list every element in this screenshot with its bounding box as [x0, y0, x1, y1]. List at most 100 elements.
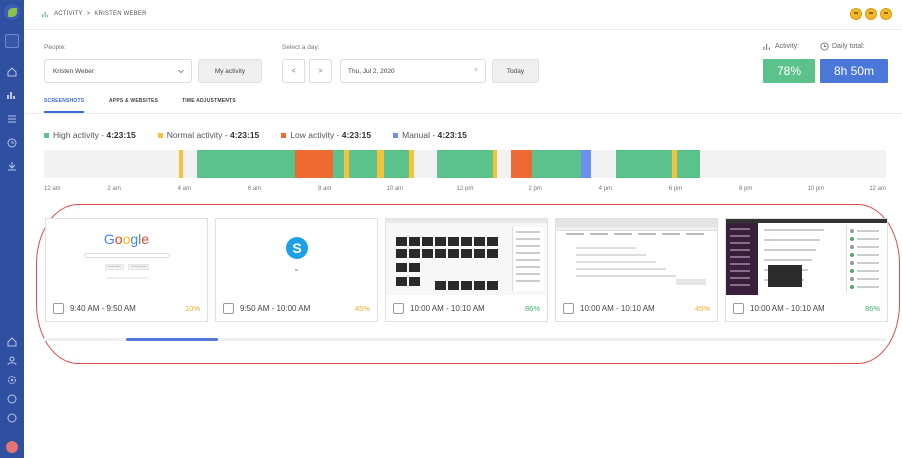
select-checkbox[interactable]	[223, 303, 234, 314]
legend-swatch	[157, 132, 163, 138]
axis-tick-label: 6 am	[247, 186, 262, 192]
info-icon[interactable]	[6, 412, 18, 424]
timeline-segment-normal[interactable]	[377, 150, 385, 178]
screenshot-card[interactable]: 10:00 AM - 10:10 AM 86%	[385, 218, 548, 322]
screenshot-time: 9:40 AM - 9:50 AM	[70, 304, 136, 313]
screenshot-activity-percent: 86%	[524, 304, 540, 313]
next-day-button[interactable]: >	[309, 59, 332, 83]
screenshot-thumbnail[interactable]	[726, 219, 887, 295]
timeline-axis: 12 am 2 am 4 am 6 am 8 am 10 am 12 pm 2 pm 4 pm 6…	[44, 186, 886, 196]
screenshot-card[interactable]: S 9:50 AM - 10:00 AM 45%	[215, 218, 378, 322]
activity-icon[interactable]	[6, 89, 18, 101]
timeline-segment-high[interactable]	[384, 150, 409, 178]
axis-tick-label: 4 am	[177, 186, 191, 192]
breadcrumb-separator: >	[86, 11, 91, 17]
legend-item: Normal activity - 4:23:15	[157, 130, 260, 140]
legend-value: 4:23:15	[341, 130, 372, 140]
skype-icon: S	[286, 237, 308, 259]
tab-time-adjustments[interactable]: TIME ADJUSTMENTS	[182, 98, 236, 104]
screenshot-footer: 10:00 AM - 10:10 AM 86%	[726, 299, 887, 319]
axis-tick-label: 10 pm	[807, 186, 825, 192]
screenshot-footer: 9:50 AM - 10:00 AM 45%	[216, 299, 377, 319]
axis-tick-label: 12 am	[44, 186, 61, 192]
settings-icon[interactable]	[6, 374, 18, 386]
clock-icon	[820, 42, 829, 51]
screenshot-card[interactable]: 10:00 AM - 10:10 AM 86%	[725, 218, 888, 322]
activity-timeline[interactable]	[44, 150, 886, 178]
timeline-segment-high[interactable]	[196, 150, 295, 178]
breadcrumb: ACTIVITY > KRISTEN WEBER	[42, 10, 147, 18]
sidebar	[0, 0, 24, 458]
breadcrumb-section[interactable]: ACTIVITY	[54, 11, 83, 17]
list-icon[interactable]	[6, 113, 18, 125]
timeline-segment-high[interactable]	[349, 150, 378, 178]
today-button[interactable]: Today	[492, 59, 539, 83]
screenshot-time: 10:00 AM - 10:10 AM	[580, 304, 655, 313]
legend-value: 4:23:15	[229, 130, 260, 140]
select-checkbox[interactable]	[393, 303, 404, 314]
timeline-segment-high[interactable]	[333, 150, 344, 178]
screenshot-activity-percent: 45%	[354, 304, 370, 313]
scroll-thumb[interactable]	[126, 338, 218, 341]
date-input[interactable]: Thu, Jul 2, 2020 ×	[340, 59, 486, 83]
activity-label-text: Activity:	[775, 43, 800, 50]
legend-label: Normal activity - 4:23:15	[166, 130, 260, 140]
timeline-segment-high[interactable]	[615, 150, 672, 178]
screenshot-footer: 10:00 AM - 10:10 AM 86%	[386, 299, 547, 319]
daily-total-label-text: Daily total:	[832, 43, 865, 50]
clock-icon[interactable]	[6, 137, 18, 149]
timeline-segment-normal[interactable]	[408, 150, 415, 178]
timeline-segment-low[interactable]	[294, 150, 334, 178]
legend-label: Manual - 4:23:15	[402, 130, 467, 140]
screenshot-thumbnail[interactable]	[556, 219, 717, 295]
app-logo[interactable]	[4, 4, 20, 20]
screenshot-time: 10:00 AM - 10:10 AM	[750, 304, 825, 313]
my-activity-button[interactable]: My activity	[198, 59, 262, 83]
smiley-icon[interactable]	[880, 8, 892, 20]
timeline-segment-high[interactable]	[677, 150, 701, 178]
home-icon[interactable]	[6, 66, 18, 78]
clear-date-icon[interactable]: ×	[474, 67, 478, 74]
sidebar-toggle[interactable]	[5, 34, 19, 48]
screenshot-time: 10:00 AM - 10:10 AM	[410, 304, 485, 313]
activity-icon	[42, 11, 49, 18]
axis-tick-label: 8 am	[317, 186, 332, 192]
screenshot-thumbnail[interactable]: S	[216, 219, 377, 295]
tab-apps-websites[interactable]: APPS & WEBSITES	[109, 98, 158, 104]
avatar[interactable]	[6, 441, 18, 453]
tab-screenshots[interactable]: SCREENSHOTS	[44, 98, 84, 104]
timeline-segment-manual[interactable]	[580, 150, 592, 178]
screenshot-footer: 10:00 AM - 10:10 AM 45%	[556, 299, 717, 319]
activity-legend: High activity - 4:23:15 Normal activity -…	[44, 130, 467, 140]
smiley-icon[interactable]	[865, 8, 877, 20]
daily-total-label: Daily total:	[820, 42, 865, 51]
mood-icons	[850, 8, 892, 20]
tab-bar: SCREENSHOTS APPS & WEBSITES TIME ADJUSTM…	[24, 94, 902, 114]
screenshot-card[interactable]: 10:00 AM - 10:10 AM 45%	[555, 218, 718, 322]
smiley-icon[interactable]	[850, 8, 862, 20]
slack-thumbnail	[726, 219, 887, 295]
app-root: ACTIVITY > KRISTEN WEBER People: Kristen…	[0, 0, 902, 458]
select-checkbox[interactable]	[563, 303, 574, 314]
select-checkbox[interactable]	[53, 303, 64, 314]
people-icon[interactable]	[6, 355, 18, 367]
timeline-segment-normal[interactable]	[179, 150, 183, 178]
help-icon[interactable]	[6, 393, 18, 405]
screenshot-thumbnail[interactable]: Google Google Search I'm Feeling Lucky	[46, 219, 207, 295]
timeline-segment-low[interactable]	[510, 150, 532, 178]
legend-label: High activity - 4:23:15	[53, 130, 136, 140]
people-select[interactable]: Kristen Weber	[44, 59, 192, 83]
axis-tick-label: 8 pm	[738, 186, 753, 192]
timeline-segment-high[interactable]	[436, 150, 494, 178]
timeline-segment-normal[interactable]	[493, 150, 497, 178]
download-icon[interactable]	[6, 160, 18, 172]
timeline-segment-high[interactable]	[531, 150, 581, 178]
legend-value: 4:23:15	[437, 130, 467, 140]
axis-tick-label: 2 pm	[528, 186, 542, 192]
select-checkbox[interactable]	[733, 303, 744, 314]
screenshot-card[interactable]: Google Google Search I'm Feeling Lucky 9:40…	[45, 218, 208, 322]
screenshot-thumbnail[interactable]	[386, 219, 547, 295]
prev-day-button[interactable]: <	[282, 59, 305, 83]
dashboard-thumbnail	[386, 219, 547, 295]
house-icon[interactable]	[6, 336, 18, 348]
